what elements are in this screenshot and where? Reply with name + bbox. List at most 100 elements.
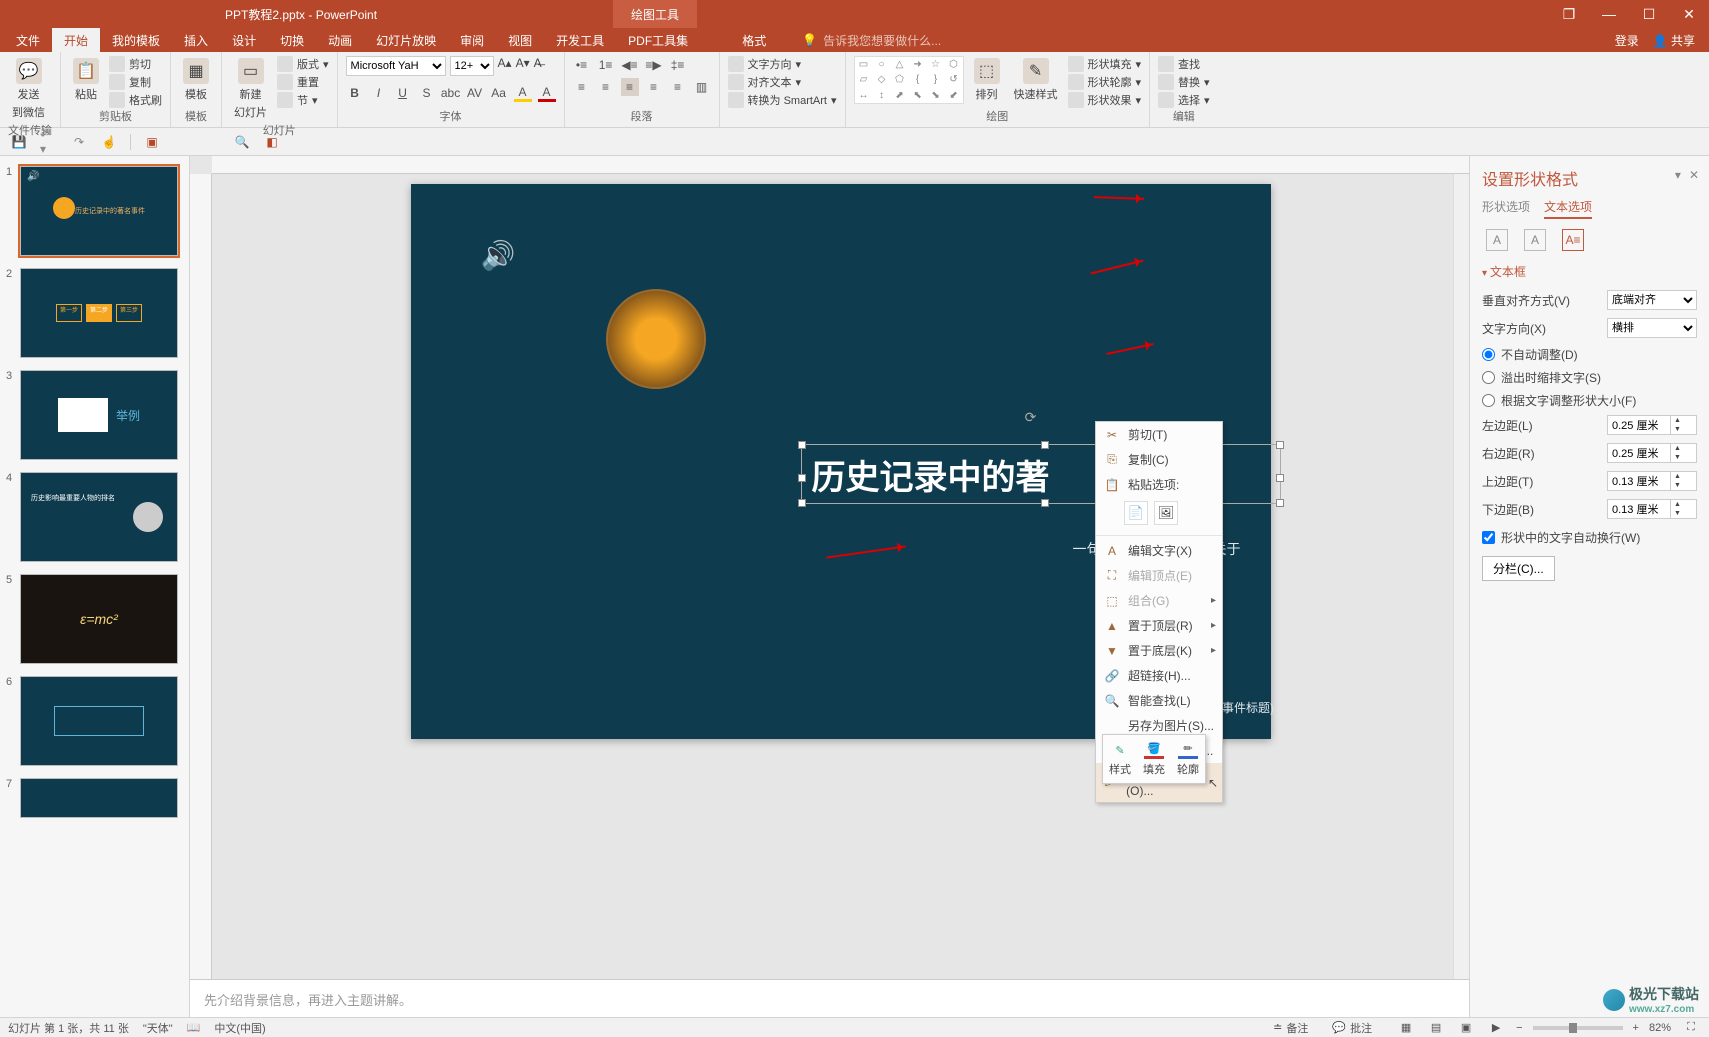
layout-button[interactable]: 版式 ▾ [277,56,329,72]
margin-top-spinner[interactable]: ▲▼ [1607,471,1697,491]
text-direction-button[interactable]: 文字方向 ▾ [728,56,837,72]
paste-button[interactable]: 📋 粘贴 [69,56,103,104]
slide-thumbnail-3[interactable]: 3 举例 [6,370,183,460]
char-spacing-button[interactable]: AV [466,84,484,102]
highlight-button[interactable]: A [514,84,532,102]
convert-smartart-button[interactable]: 转换为 SmartArt ▾ [728,92,837,108]
radio-no-autofit[interactable]: 不自动调整(D) [1482,346,1697,363]
align-left-button[interactable]: ≡ [573,78,591,96]
menu-hyperlink[interactable]: 🔗超链接(H)... [1096,663,1222,688]
language-indicator[interactable]: 中文(中国) [214,1020,265,1036]
save-button[interactable]: 💾 [10,133,28,151]
slide-thumbnail-4[interactable]: 4 历史影响最重要人物的排名 [6,472,183,562]
close-icon[interactable]: ✕ [1669,0,1709,28]
pane-options-icon[interactable]: ▾ [1675,168,1681,182]
increase-font-button[interactable]: A▴ [498,56,512,76]
slide-thumbnail-panel[interactable]: 1 🔊历史记录中的著名事件 2 第一步第二步第三步 3 举例 4 历史影响最重要… [0,156,190,1017]
horizontal-ruler[interactable] [212,156,1469,174]
vertical-ruler[interactable] [190,174,212,979]
sorter-view-button[interactable]: ▤ [1426,1020,1446,1036]
login-button[interactable]: 登录 [1615,32,1639,49]
align-text-button[interactable]: 对齐文本 ▾ [728,74,837,90]
menu-cut[interactable]: ✂剪切(T) [1096,422,1222,447]
tab-file[interactable]: 文件 [4,28,52,53]
qa-search-button[interactable]: 🔍 [233,133,251,151]
replace-button[interactable]: 替换 ▾ [1158,74,1210,90]
tab-format[interactable]: 格式 [730,28,778,53]
pane-tab-text-options[interactable]: 文本选项 [1544,198,1592,219]
tab-slideshow[interactable]: 幻灯片放映 [364,28,448,53]
text-fill-outline-tab-icon[interactable]: A [1486,229,1508,251]
underline-button[interactable]: U [394,84,412,102]
rotate-handle-icon[interactable]: ⟳ [1025,409,1037,426]
menu-smart-lookup[interactable]: 🔍智能查找(L) [1096,688,1222,713]
normal-view-button[interactable]: ▦ [1396,1020,1416,1036]
tab-transitions[interactable]: 切换 [268,28,316,53]
fit-window-button[interactable]: ⛶ [1681,1020,1701,1036]
font-size-select[interactable]: 12+ [450,56,494,76]
audio-icon[interactable]: 🔊 [481,239,521,279]
share-button[interactable]: 👤 共享 [1653,32,1695,49]
tab-insert[interactable]: 插入 [172,28,220,53]
tab-review[interactable]: 审阅 [448,28,496,53]
mini-outline-button[interactable]: ✏轮廓 [1171,735,1205,783]
justify-button[interactable]: ≡ [645,78,663,96]
maximize-icon[interactable]: ☐ [1629,0,1669,28]
italic-button[interactable]: I [370,84,388,102]
slide-canvas-area[interactable]: 🔊 ⟳ 历史记录中的著 一句话总结该事件，或关于 1 [212,174,1469,979]
clear-format-button[interactable]: A̶ [534,56,542,76]
tab-design[interactable]: 设计 [220,28,268,53]
tab-view[interactable]: 视图 [496,28,544,53]
section-button[interactable]: 节 ▾ [277,92,329,108]
shape-effects-button[interactable]: 形状效果 ▾ [1068,92,1142,108]
templates-button[interactable]: ▦模板 [179,56,213,104]
pane-close-icon[interactable]: ✕ [1689,168,1699,182]
pane-tab-shape-options[interactable]: 形状选项 [1482,198,1530,219]
wrap-text-checkbox[interactable]: 形状中的文字自动换行(W) [1482,529,1697,546]
zoom-slider[interactable] [1533,1026,1623,1030]
slide-thumbnail-6[interactable]: 6 [6,676,183,766]
menu-copy[interactable]: ⎘复制(C) [1096,447,1222,472]
slide-thumbnail-7[interactable]: 7 [6,778,183,818]
slide-thumbnail-1[interactable]: 1 🔊历史记录中的著名事件 [6,166,183,256]
margin-right-spinner[interactable]: ▲▼ [1607,443,1697,463]
shape-outline-button[interactable]: 形状轮廓 ▾ [1068,74,1142,90]
start-slideshow-button[interactable]: ▣ [143,133,161,151]
vertical-scrollbar[interactable] [1453,174,1469,979]
paste-option-2[interactable]: 🖼 [1154,501,1178,525]
redo-button[interactable]: ↷ [70,133,88,151]
columns-button[interactable]: 分栏(C)... [1482,556,1555,581]
menu-edit-text[interactable]: A编辑文字(X) [1096,538,1222,563]
send-to-wechat-button[interactable]: 💬 发送到微信 [8,56,49,122]
bold-button[interactable]: B [346,84,364,102]
mini-fill-button[interactable]: 🪣填充 [1137,735,1171,783]
slideshow-view-button[interactable]: ▶ [1486,1020,1506,1036]
tell-me-search[interactable]: 💡告诉我您想要做什么... [802,32,941,49]
format-painter-button[interactable]: 格式刷 [109,92,162,108]
paste-option-1[interactable]: 📄 [1124,501,1148,525]
reset-button[interactable]: 重置 [277,74,329,90]
tab-pdf[interactable]: PDF工具集 [616,28,700,53]
tab-animations[interactable]: 动画 [316,28,364,53]
distribute-button[interactable]: ≡ [669,78,687,96]
find-button[interactable]: 查找 [1158,56,1210,72]
notes-pane[interactable]: 先介绍背景信息，再进入主题讲解。 [190,979,1469,1017]
decrease-indent-button[interactable]: ◀≡ [621,56,639,74]
tab-developer[interactable]: 开发工具 [544,28,616,53]
touch-mode-button[interactable]: ☝ [100,133,118,151]
slide-counter[interactable]: 幻灯片 第 1 张，共 11 张 [8,1020,129,1036]
select-button[interactable]: 选择 ▾ [1158,92,1210,108]
ribbon-display-icon[interactable]: ❐ [1549,0,1589,28]
radio-resize-shape[interactable]: 根据文字调整形状大小(F) [1482,392,1697,409]
align-center-button[interactable]: ≡ [597,78,615,96]
margin-bottom-spinner[interactable]: ▲▼ [1607,499,1697,519]
menu-bring-front[interactable]: ▲置于顶层(R)▸ [1096,613,1222,638]
shape-fill-button[interactable]: 形状填充 ▾ [1068,56,1142,72]
menu-send-back[interactable]: ▼置于底层(K)▸ [1096,638,1222,663]
increase-indent-button[interactable]: ≡▶ [645,56,663,74]
numbering-button[interactable]: 1≡ [597,56,615,74]
copy-button[interactable]: 复制 [109,74,162,90]
undo-button[interactable]: ↶ ▾ [40,133,58,151]
zoom-out-button[interactable]: − [1516,1022,1522,1034]
bullets-button[interactable]: •≡ [573,56,591,74]
